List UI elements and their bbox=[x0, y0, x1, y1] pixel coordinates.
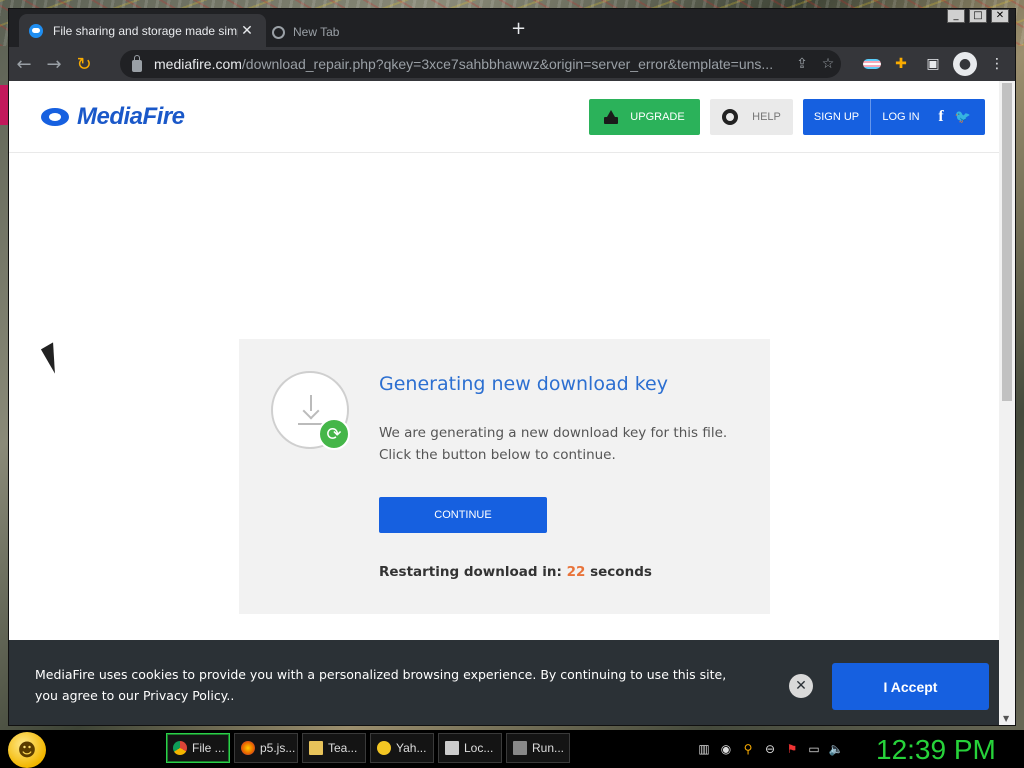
url-text[interactable]: mediafire.com/download_repair.php?qkey=3… bbox=[154, 56, 789, 72]
firefox-icon bbox=[241, 741, 255, 755]
task-list: File ... p5.js... Tea... Yah... Loc... R… bbox=[166, 733, 570, 763]
display-tray-icon[interactable]: ▭ bbox=[806, 741, 822, 757]
taskbar: ☻ File ... p5.js... Tea... Yah... Loc...… bbox=[0, 730, 1024, 768]
accept-cookies-button[interactable]: I Accept bbox=[832, 663, 989, 710]
description-line-1: We are generating a new download key for… bbox=[379, 425, 728, 441]
download-key-card: ⟳ Generating new download key We are gen… bbox=[239, 339, 770, 614]
logo-text: MediaFire bbox=[77, 103, 185, 130]
search-tray-icon[interactable]: ⚲ bbox=[740, 741, 756, 757]
menu-kebab-icon[interactable]: ⋮ bbox=[985, 52, 1009, 76]
task-label: Loc... bbox=[464, 741, 494, 755]
sign-up-button[interactable]: SIGN UP bbox=[803, 99, 871, 135]
scroll-down-arrow-icon[interactable]: ▼ bbox=[1003, 714, 1009, 723]
browser-toolbar: ← → ↻ mediafire.com/download_repair.php?… bbox=[9, 47, 1015, 81]
url-path: /download_repair.php?qkey=3xce7sahbbhaww… bbox=[241, 56, 774, 72]
mediafire-favicon-icon bbox=[29, 23, 43, 38]
window-controls: _ □ ✕ bbox=[947, 9, 1009, 23]
minimize-icon[interactable]: _ bbox=[947, 9, 965, 23]
task-button-yahoo[interactable]: Yah... bbox=[370, 733, 434, 763]
task-button-firefox[interactable]: p5.js... bbox=[234, 733, 298, 763]
browser-window: File sharing and storage made simple ✕ N… bbox=[8, 8, 1016, 726]
countdown-seconds: 22 bbox=[566, 564, 586, 580]
close-window-icon[interactable]: ✕ bbox=[991, 9, 1009, 23]
maximize-icon[interactable]: □ bbox=[969, 9, 987, 23]
twitter-icon[interactable]: 🐦 bbox=[951, 109, 975, 125]
back-arrow-icon[interactable]: ← bbox=[9, 54, 39, 75]
site-header: MediaFire UPGRADE HELP SIGN UP LOG IN f … bbox=[9, 81, 999, 153]
task-button-chrome[interactable]: File ... bbox=[166, 733, 230, 763]
minus-circle-tray-icon[interactable]: ⊖ bbox=[762, 741, 778, 757]
description-line-2: Click the button below to continue. bbox=[379, 447, 616, 463]
help-label: HELP bbox=[752, 111, 781, 123]
profile-avatar-icon[interactable]: ● bbox=[953, 52, 977, 76]
mediafire-logo[interactable]: MediaFire bbox=[29, 103, 185, 131]
continue-button[interactable]: CONTINUE bbox=[379, 497, 547, 533]
task-button-tea[interactable]: Tea... bbox=[302, 733, 366, 763]
network-tray-icon[interactable]: ▥ bbox=[696, 741, 712, 757]
cookie-banner: MediaFire uses cookies to provide you wi… bbox=[9, 640, 999, 725]
upgrade-button[interactable]: UPGRADE bbox=[589, 99, 700, 135]
bookmark-star-icon[interactable]: ☆ bbox=[815, 56, 841, 72]
steam-tray-icon[interactable]: ◉ bbox=[718, 741, 734, 757]
address-bar[interactable]: mediafire.com/download_repair.php?qkey=3… bbox=[120, 50, 841, 78]
card-description: We are generating a new download key for… bbox=[379, 422, 749, 466]
close-tab-icon[interactable]: ✕ bbox=[238, 23, 256, 39]
url-host: mediafire.com bbox=[154, 56, 242, 72]
upgrade-icon bbox=[604, 110, 619, 124]
chrome-icon bbox=[173, 741, 187, 755]
task-button-local[interactable]: Loc... bbox=[438, 733, 502, 763]
lock-icon[interactable] bbox=[132, 55, 142, 72]
task-label: File ... bbox=[192, 741, 225, 755]
download-arrow-icon bbox=[298, 395, 324, 421]
share-icon[interactable]: ⇪ bbox=[789, 56, 815, 72]
run-icon bbox=[513, 741, 527, 755]
tab-strip: File sharing and storage made simple ✕ N… bbox=[9, 9, 1015, 47]
task-label: Yah... bbox=[396, 741, 427, 755]
restart-suffix: seconds bbox=[590, 564, 652, 580]
card-title: Generating new download key bbox=[379, 373, 668, 395]
extensions-puzzle-icon[interactable]: ✚ bbox=[889, 52, 913, 76]
background-window-edge bbox=[0, 85, 8, 125]
flag-tray-icon[interactable]: ⚑ bbox=[784, 741, 800, 757]
mediafire-flame-icon bbox=[29, 105, 73, 129]
tab-title: New Tab bbox=[293, 25, 340, 39]
pride-flag-extension-icon[interactable] bbox=[863, 59, 881, 69]
lifebuoy-icon bbox=[722, 109, 739, 125]
document-icon bbox=[445, 741, 459, 755]
auth-button-group: SIGN UP LOG IN f 🐦 bbox=[803, 99, 985, 135]
start-smiley-icon[interactable]: ☻ bbox=[8, 732, 46, 768]
scrollbar-thumb[interactable] bbox=[1002, 83, 1012, 401]
restart-countdown: Restarting download in: 22 seconds bbox=[379, 564, 652, 580]
chrome-favicon-icon bbox=[272, 25, 285, 39]
page-scrollbar[interactable]: ▼ bbox=[999, 81, 1015, 725]
task-button-run[interactable]: Run... bbox=[506, 733, 570, 763]
smiley-face-icon bbox=[377, 741, 391, 755]
task-label: p5.js... bbox=[260, 741, 296, 755]
page-viewport: MediaFire UPGRADE HELP SIGN UP LOG IN f … bbox=[9, 81, 999, 725]
cookie-close-icon[interactable]: ✕ bbox=[789, 674, 813, 698]
side-panel-icon[interactable]: ▣ bbox=[921, 52, 945, 76]
new-tab-plus-icon[interactable]: + bbox=[511, 18, 526, 39]
tab-title: File sharing and storage made simple bbox=[53, 23, 238, 38]
upgrade-label: UPGRADE bbox=[630, 111, 685, 123]
forward-arrow-icon[interactable]: → bbox=[39, 54, 69, 75]
volume-tray-icon[interactable]: 🔈 bbox=[828, 741, 844, 757]
log-in-button[interactable]: LOG IN bbox=[871, 111, 931, 123]
help-button[interactable]: HELP bbox=[710, 99, 793, 135]
taskbar-clock[interactable]: 12:39 PM bbox=[876, 734, 996, 766]
task-label: Run... bbox=[532, 741, 565, 755]
toolbar-right: ✚ ▣ ● ⋮ bbox=[863, 52, 1009, 76]
facebook-icon[interactable]: f bbox=[931, 108, 951, 126]
refresh-icon: ⟳ bbox=[318, 418, 350, 450]
book-icon bbox=[309, 741, 323, 755]
tab-mediafire[interactable]: File sharing and storage made simple ✕ bbox=[19, 14, 266, 47]
system-tray: ▥ ◉ ⚲ ⊖ ⚑ ▭ 🔈 bbox=[696, 741, 844, 757]
cookie-message: MediaFire uses cookies to provide you wi… bbox=[35, 667, 727, 703]
tab-new-tab[interactable]: New Tab bbox=[272, 20, 339, 44]
restart-prefix: Restarting download in: bbox=[379, 564, 562, 580]
mouse-cursor-icon bbox=[40, 342, 68, 374]
task-label: Tea... bbox=[328, 741, 358, 755]
reload-icon[interactable]: ↻ bbox=[69, 54, 99, 75]
